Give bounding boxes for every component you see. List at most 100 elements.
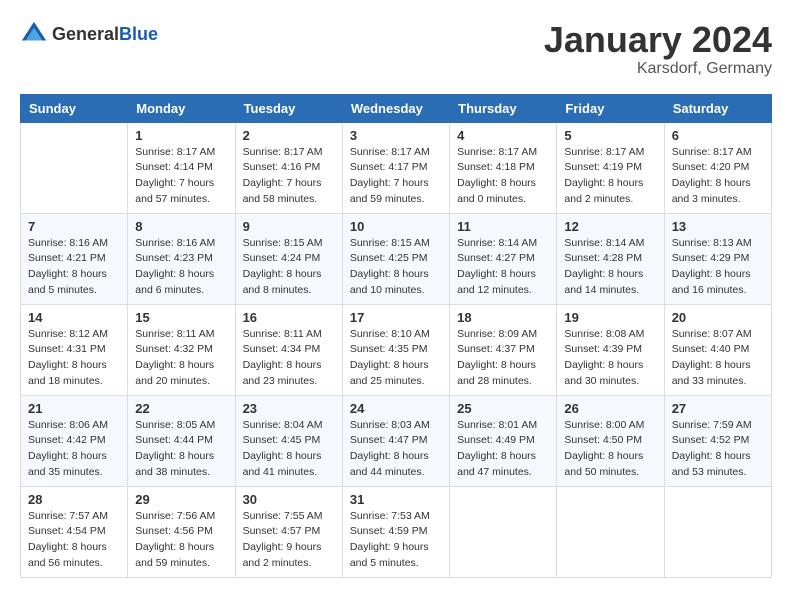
day-info: Sunrise: 8:11 AMSunset: 4:34 PMDaylight:… <box>243 327 335 390</box>
day-number: 20 <box>672 310 764 325</box>
day-info: Sunrise: 8:06 AMSunset: 4:42 PMDaylight:… <box>28 418 120 481</box>
day-info: Sunrise: 8:01 AMSunset: 4:49 PMDaylight:… <box>457 418 549 481</box>
calendar-cell: 11 Sunrise: 8:14 AMSunset: 4:27 PMDayligh… <box>450 213 557 304</box>
calendar-cell: 15 Sunrise: 8:11 AMSunset: 4:32 PMDayligh… <box>128 304 235 395</box>
calendar-cell: 2 Sunrise: 8:17 AMSunset: 4:16 PMDaylight… <box>235 122 342 213</box>
calendar-cell: 23Sunrise: 8:04 AMSunset: 4:45 PMDayligh… <box>235 395 342 486</box>
calendar-cell: 17 Sunrise: 8:10 AMSunset: 4:35 PMDayligh… <box>342 304 449 395</box>
day-number: 2 <box>243 128 335 143</box>
weekday-header-tuesday: Tuesday <box>235 94 342 122</box>
week-row-3: 21 Sunrise: 8:06 AMSunset: 4:42 PMDayligh… <box>21 395 772 486</box>
weekday-header-thursday: Thursday <box>450 94 557 122</box>
weekday-header-saturday: Saturday <box>664 94 771 122</box>
day-number: 8 <box>135 219 227 234</box>
day-number: 24 <box>350 401 442 416</box>
day-number: 15 <box>135 310 227 325</box>
day-number: 21 <box>28 401 120 416</box>
day-info: Sunrise: 7:56 AMSunset: 4:56 PMDaylight:… <box>135 509 227 572</box>
calendar-cell: 5 Sunrise: 8:17 AMSunset: 4:19 PMDaylight… <box>557 122 664 213</box>
day-number: 29 <box>135 492 227 507</box>
day-info: Sunrise: 7:57 AMSunset: 4:54 PMDaylight:… <box>28 509 120 572</box>
day-info: Sunrise: 8:14 AMSunset: 4:28 PMDaylight:… <box>564 236 656 299</box>
day-number: 25 <box>457 401 549 416</box>
day-number: 3 <box>350 128 442 143</box>
day-info: Sunrise: 8:09 AMSunset: 4:37 PMDaylight:… <box>457 327 549 390</box>
day-number: 27 <box>672 401 764 416</box>
week-row-1: 7 Sunrise: 8:16 AMSunset: 4:21 PMDaylight… <box>21 213 772 304</box>
weekday-header-friday: Friday <box>557 94 664 122</box>
weekday-header-sunday: Sunday <box>21 94 128 122</box>
day-number: 9 <box>243 219 335 234</box>
logo-general: General <box>52 24 119 44</box>
day-info: Sunrise: 8:07 AMSunset: 4:40 PMDaylight:… <box>672 327 764 390</box>
day-number: 30 <box>243 492 335 507</box>
day-info: Sunrise: 8:17 AMSunset: 4:14 PMDaylight:… <box>135 145 227 208</box>
calendar-cell: 8 Sunrise: 8:16 AMSunset: 4:23 PMDaylight… <box>128 213 235 304</box>
day-number: 6 <box>672 128 764 143</box>
header: GeneralBlue January 2024 Karsdorf, Germa… <box>20 20 772 78</box>
day-info: Sunrise: 7:59 AMSunset: 4:52 PMDaylight:… <box>672 418 764 481</box>
calendar-cell: 14 Sunrise: 8:12 AMSunset: 4:31 PMDayligh… <box>21 304 128 395</box>
calendar-cell: 6 Sunrise: 8:17 AMSunset: 4:20 PMDaylight… <box>664 122 771 213</box>
day-info: Sunrise: 8:17 AMSunset: 4:20 PMDaylight:… <box>672 145 764 208</box>
calendar-cell: 10 Sunrise: 8:15 AMSunset: 4:25 PMDayligh… <box>342 213 449 304</box>
calendar-cell: 9 Sunrise: 8:15 AMSunset: 4:24 PMDaylight… <box>235 213 342 304</box>
day-info: Sunrise: 8:17 AMSunset: 4:17 PMDaylight:… <box>350 145 442 208</box>
day-number: 18 <box>457 310 549 325</box>
day-number: 5 <box>564 128 656 143</box>
day-info: Sunrise: 8:16 AMSunset: 4:23 PMDaylight:… <box>135 236 227 299</box>
calendar-cell: 4Sunrise: 8:17 AMSunset: 4:18 PMDaylight… <box>450 122 557 213</box>
week-row-0: 1Sunrise: 8:17 AMSunset: 4:14 PMDaylight… <box>21 122 772 213</box>
day-info: Sunrise: 8:15 AMSunset: 4:25 PMDaylight:… <box>350 236 442 299</box>
calendar-cell: 31Sunrise: 7:53 AMSunset: 4:59 PMDayligh… <box>342 486 449 577</box>
calendar-cell: 18 Sunrise: 8:09 AMSunset: 4:37 PMDayligh… <box>450 304 557 395</box>
day-info: Sunrise: 8:05 AMSunset: 4:44 PMDaylight:… <box>135 418 227 481</box>
day-info: Sunrise: 8:08 AMSunset: 4:39 PMDaylight:… <box>564 327 656 390</box>
calendar-title: January 2024 <box>544 20 772 60</box>
calendar-cell <box>21 122 128 213</box>
week-row-2: 14 Sunrise: 8:12 AMSunset: 4:31 PMDayligh… <box>21 304 772 395</box>
day-info: Sunrise: 8:14 AMSunset: 4:27 PMDaylight:… <box>457 236 549 299</box>
weekday-header-monday: Monday <box>128 94 235 122</box>
day-info: Sunrise: 8:11 AMSunset: 4:32 PMDaylight:… <box>135 327 227 390</box>
day-number: 17 <box>350 310 442 325</box>
calendar-cell: 1Sunrise: 8:17 AMSunset: 4:14 PMDaylight… <box>128 122 235 213</box>
day-number: 13 <box>672 219 764 234</box>
day-info: Sunrise: 8:15 AMSunset: 4:24 PMDaylight:… <box>243 236 335 299</box>
day-info: Sunrise: 8:17 AMSunset: 4:19 PMDaylight:… <box>564 145 656 208</box>
calendar-cell: 22Sunrise: 8:05 AMSunset: 4:44 PMDayligh… <box>128 395 235 486</box>
day-number: 10 <box>350 219 442 234</box>
day-number: 26 <box>564 401 656 416</box>
day-number: 7 <box>28 219 120 234</box>
calendar-cell: 21 Sunrise: 8:06 AMSunset: 4:42 PMDayligh… <box>21 395 128 486</box>
week-row-4: 28 Sunrise: 7:57 AMSunset: 4:54 PMDayligh… <box>21 486 772 577</box>
calendar-cell: 24Sunrise: 8:03 AMSunset: 4:47 PMDayligh… <box>342 395 449 486</box>
logo-text: GeneralBlue <box>52 24 158 45</box>
calendar-cell: 19 Sunrise: 8:08 AMSunset: 4:39 PMDayligh… <box>557 304 664 395</box>
calendar-subtitle: Karsdorf, Germany <box>544 60 772 78</box>
day-number: 14 <box>28 310 120 325</box>
day-number: 16 <box>243 310 335 325</box>
title-section: January 2024 Karsdorf, Germany <box>544 20 772 78</box>
day-info: Sunrise: 7:55 AMSunset: 4:57 PMDaylight:… <box>243 509 335 572</box>
day-info: Sunrise: 8:04 AMSunset: 4:45 PMDaylight:… <box>243 418 335 481</box>
day-info: Sunrise: 8:16 AMSunset: 4:21 PMDaylight:… <box>28 236 120 299</box>
day-info: Sunrise: 8:12 AMSunset: 4:31 PMDaylight:… <box>28 327 120 390</box>
calendar-cell: 29 Sunrise: 7:56 AMSunset: 4:56 PMDayligh… <box>128 486 235 577</box>
logo-blue: Blue <box>119 24 158 44</box>
calendar-cell: 26 Sunrise: 8:00 AMSunset: 4:50 PMDayligh… <box>557 395 664 486</box>
calendar-cell: 7 Sunrise: 8:16 AMSunset: 4:21 PMDaylight… <box>21 213 128 304</box>
day-number: 28 <box>28 492 120 507</box>
day-info: Sunrise: 8:10 AMSunset: 4:35 PMDaylight:… <box>350 327 442 390</box>
calendar-cell: 12Sunrise: 8:14 AMSunset: 4:28 PMDayligh… <box>557 213 664 304</box>
day-number: 11 <box>457 219 549 234</box>
calendar-cell: 20 Sunrise: 8:07 AMSunset: 4:40 PMDayligh… <box>664 304 771 395</box>
day-info: Sunrise: 8:17 AMSunset: 4:16 PMDaylight:… <box>243 145 335 208</box>
calendar-cell <box>664 486 771 577</box>
day-number: 19 <box>564 310 656 325</box>
calendar-cell: 13 Sunrise: 8:13 AMSunset: 4:29 PMDayligh… <box>664 213 771 304</box>
calendar-cell <box>450 486 557 577</box>
day-info: Sunrise: 8:13 AMSunset: 4:29 PMDaylight:… <box>672 236 764 299</box>
calendar-cell: 30 Sunrise: 7:55 AMSunset: 4:57 PMDayligh… <box>235 486 342 577</box>
day-info: Sunrise: 8:00 AMSunset: 4:50 PMDaylight:… <box>564 418 656 481</box>
